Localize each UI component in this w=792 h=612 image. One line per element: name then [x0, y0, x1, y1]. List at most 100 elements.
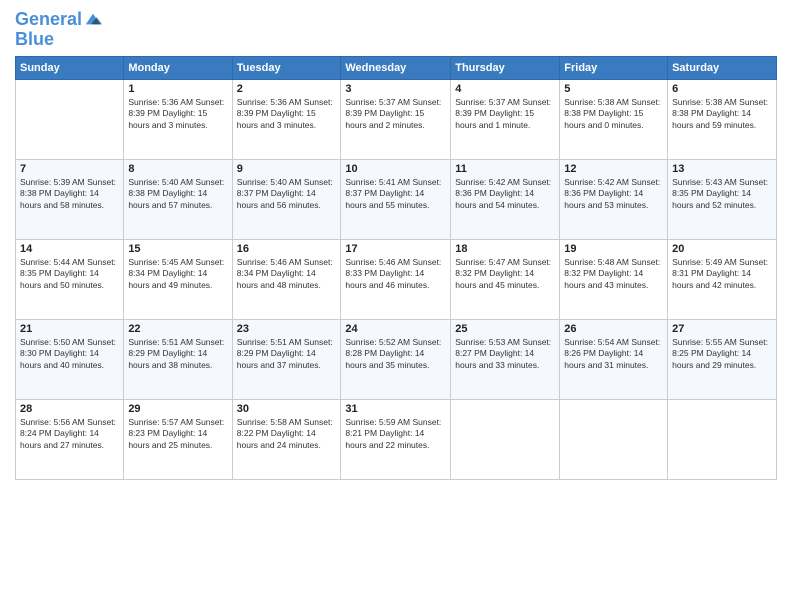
calendar-cell: 24 Sunrise: 5:52 AM Sunset: 8:28 PM Dayli… — [341, 319, 451, 399]
day-info: Sunrise: 5:51 AM Sunset: 8:29 PM Dayligh… — [128, 337, 227, 371]
logo-icon — [84, 10, 102, 28]
header: General Blue — [15, 10, 777, 50]
day-info: Sunrise: 5:47 AM Sunset: 8:32 PM Dayligh… — [455, 257, 555, 291]
day-number: 29 — [128, 403, 227, 415]
day-info: Sunrise: 5:51 AM Sunset: 8:29 PM Dayligh… — [237, 337, 337, 371]
day-info: Sunrise: 5:59 AM Sunset: 8:21 PM Dayligh… — [345, 417, 446, 451]
calendar-cell: 26 Sunrise: 5:54 AM Sunset: 8:26 PM Dayli… — [560, 319, 668, 399]
day-number: 6 — [672, 83, 772, 95]
calendar-cell: 11 Sunrise: 5:42 AM Sunset: 8:36 PM Dayli… — [451, 159, 560, 239]
day-info: Sunrise: 5:39 AM Sunset: 8:38 PM Dayligh… — [20, 177, 119, 211]
day-info: Sunrise: 5:42 AM Sunset: 8:36 PM Dayligh… — [455, 177, 555, 211]
calendar-cell: 3 Sunrise: 5:37 AM Sunset: 8:39 PM Daylig… — [341, 79, 451, 159]
calendar-page: General Blue SundayMondayTuesdayWednesda… — [0, 0, 792, 612]
day-number: 30 — [237, 403, 337, 415]
day-number: 5 — [564, 83, 663, 95]
calendar-table: SundayMondayTuesdayWednesdayThursdayFrid… — [15, 56, 777, 480]
day-number: 7 — [20, 163, 119, 175]
week-row-1: 1 Sunrise: 5:36 AM Sunset: 8:39 PM Daylig… — [16, 79, 777, 159]
calendar-cell: 17 Sunrise: 5:46 AM Sunset: 8:33 PM Dayli… — [341, 239, 451, 319]
day-info: Sunrise: 5:44 AM Sunset: 8:35 PM Dayligh… — [20, 257, 119, 291]
calendar-cell: 29 Sunrise: 5:57 AM Sunset: 8:23 PM Dayli… — [124, 399, 232, 479]
day-header-monday: Monday — [124, 56, 232, 79]
calendar-cell: 14 Sunrise: 5:44 AM Sunset: 8:35 PM Dayli… — [16, 239, 124, 319]
calendar-cell: 10 Sunrise: 5:41 AM Sunset: 8:37 PM Dayli… — [341, 159, 451, 239]
calendar-cell — [451, 399, 560, 479]
day-number: 10 — [345, 163, 446, 175]
day-info: Sunrise: 5:54 AM Sunset: 8:26 PM Dayligh… — [564, 337, 663, 371]
day-number: 22 — [128, 323, 227, 335]
calendar-cell: 31Sunrise: 5:59 AM Sunset: 8:21 PM Dayli… — [341, 399, 451, 479]
day-number: 14 — [20, 243, 119, 255]
day-number: 21 — [20, 323, 119, 335]
calendar-cell: 22 Sunrise: 5:51 AM Sunset: 8:29 PM Dayli… — [124, 319, 232, 399]
calendar-cell: 2 Sunrise: 5:36 AM Sunset: 8:39 PM Daylig… — [232, 79, 341, 159]
day-number: 9 — [237, 163, 337, 175]
day-info: Sunrise: 5:57 AM Sunset: 8:23 PM Dayligh… — [128, 417, 227, 451]
day-number: 28 — [20, 403, 119, 415]
day-number: 12 — [564, 163, 663, 175]
day-number: 23 — [237, 323, 337, 335]
day-number: 24 — [345, 323, 446, 335]
day-header-tuesday: Tuesday — [232, 56, 341, 79]
day-info: Sunrise: 5:37 AM Sunset: 8:39 PM Dayligh… — [345, 97, 446, 131]
week-row-5: 28 Sunrise: 5:56 AM Sunset: 8:24 PM Dayli… — [16, 399, 777, 479]
calendar-cell: 19 Sunrise: 5:48 AM Sunset: 8:32 PM Dayli… — [560, 239, 668, 319]
day-info: Sunrise: 5:41 AM Sunset: 8:37 PM Dayligh… — [345, 177, 446, 211]
calendar-cell: 18 Sunrise: 5:47 AM Sunset: 8:32 PM Dayli… — [451, 239, 560, 319]
day-number: 26 — [564, 323, 663, 335]
day-number: 27 — [672, 323, 772, 335]
calendar-cell: 7 Sunrise: 5:39 AM Sunset: 8:38 PM Daylig… — [16, 159, 124, 239]
calendar-cell: 5 Sunrise: 5:38 AM Sunset: 8:38 PM Daylig… — [560, 79, 668, 159]
day-info: Sunrise: 5:38 AM Sunset: 8:38 PM Dayligh… — [672, 97, 772, 131]
week-row-2: 7 Sunrise: 5:39 AM Sunset: 8:38 PM Daylig… — [16, 159, 777, 239]
day-number: 13 — [672, 163, 772, 175]
day-info: Sunrise: 5:40 AM Sunset: 8:38 PM Dayligh… — [128, 177, 227, 211]
calendar-cell — [16, 79, 124, 159]
day-info: Sunrise: 5:52 AM Sunset: 8:28 PM Dayligh… — [345, 337, 446, 371]
day-number: 16 — [237, 243, 337, 255]
day-info: Sunrise: 5:40 AM Sunset: 8:37 PM Dayligh… — [237, 177, 337, 211]
day-info: Sunrise: 5:53 AM Sunset: 8:27 PM Dayligh… — [455, 337, 555, 371]
day-info: Sunrise: 5:55 AM Sunset: 8:25 PM Dayligh… — [672, 337, 772, 371]
logo-blue-text: Blue — [15, 30, 102, 50]
day-header-sunday: Sunday — [16, 56, 124, 79]
calendar-cell: 20 Sunrise: 5:49 AM Sunset: 8:31 PM Dayli… — [668, 239, 777, 319]
week-row-4: 21Sunrise: 5:50 AM Sunset: 8:30 PM Dayli… — [16, 319, 777, 399]
calendar-cell: 1 Sunrise: 5:36 AM Sunset: 8:39 PM Daylig… — [124, 79, 232, 159]
calendar-cell: 25 Sunrise: 5:53 AM Sunset: 8:27 PM Dayli… — [451, 319, 560, 399]
calendar-cell: 23 Sunrise: 5:51 AM Sunset: 8:29 PM Dayli… — [232, 319, 341, 399]
calendar-cell: 12 Sunrise: 5:42 AM Sunset: 8:36 PM Dayli… — [560, 159, 668, 239]
day-info: Sunrise: 5:36 AM Sunset: 8:39 PM Dayligh… — [237, 97, 337, 131]
day-info: Sunrise: 5:45 AM Sunset: 8:34 PM Dayligh… — [128, 257, 227, 291]
day-number: 20 — [672, 243, 772, 255]
day-info: Sunrise: 5:56 AM Sunset: 8:24 PM Dayligh… — [20, 417, 119, 451]
day-info: Sunrise: 5:37 AM Sunset: 8:39 PM Dayligh… — [455, 97, 555, 131]
day-info: Sunrise: 5:48 AM Sunset: 8:32 PM Dayligh… — [564, 257, 663, 291]
day-number: 25 — [455, 323, 555, 335]
day-number: 8 — [128, 163, 227, 175]
day-number: 17 — [345, 243, 446, 255]
calendar-cell: 21Sunrise: 5:50 AM Sunset: 8:30 PM Dayli… — [16, 319, 124, 399]
day-number: 11 — [455, 163, 555, 175]
day-header-thursday: Thursday — [451, 56, 560, 79]
day-number: 2 — [237, 83, 337, 95]
day-info: Sunrise: 5:38 AM Sunset: 8:38 PM Dayligh… — [564, 97, 663, 131]
week-row-3: 14 Sunrise: 5:44 AM Sunset: 8:35 PM Dayli… — [16, 239, 777, 319]
day-number: 19 — [564, 243, 663, 255]
day-number: 15 — [128, 243, 227, 255]
day-number: 1 — [128, 83, 227, 95]
day-info: Sunrise: 5:36 AM Sunset: 8:39 PM Dayligh… — [128, 97, 227, 131]
day-header-saturday: Saturday — [668, 56, 777, 79]
day-info: Sunrise: 5:42 AM Sunset: 8:36 PM Dayligh… — [564, 177, 663, 211]
calendar-cell: 28 Sunrise: 5:56 AM Sunset: 8:24 PM Dayli… — [16, 399, 124, 479]
day-info: Sunrise: 5:43 AM Sunset: 8:35 PM Dayligh… — [672, 177, 772, 211]
day-number: 18 — [455, 243, 555, 255]
calendar-cell — [668, 399, 777, 479]
calendar-cell: 30 Sunrise: 5:58 AM Sunset: 8:22 PM Dayli… — [232, 399, 341, 479]
calendar-cell: 15 Sunrise: 5:45 AM Sunset: 8:34 PM Dayli… — [124, 239, 232, 319]
day-info: Sunrise: 5:49 AM Sunset: 8:31 PM Dayligh… — [672, 257, 772, 291]
day-info: Sunrise: 5:58 AM Sunset: 8:22 PM Dayligh… — [237, 417, 337, 451]
day-info: Sunrise: 5:46 AM Sunset: 8:33 PM Dayligh… — [345, 257, 446, 291]
day-number: 3 — [345, 83, 446, 95]
